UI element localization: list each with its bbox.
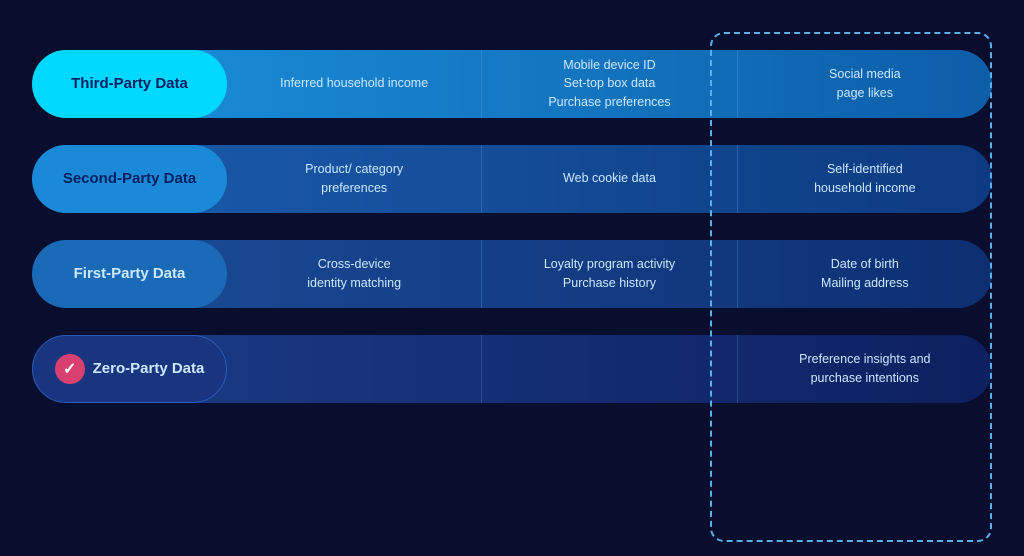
cell-zero-party-2: Preference insights and purchase intenti… <box>737 335 992 403</box>
cell-zero-party-1 <box>481 335 736 403</box>
cells-area-second-party: Product/ category preferencesWeb cookie … <box>227 145 992 213</box>
cells-area-zero-party: Preference insights and purchase intenti… <box>227 335 992 403</box>
row-inner-zero-party: ✓ Zero-Party Data Preference insights and … <box>32 331 992 406</box>
data-rows: Third-Party DataInferred household incom… <box>32 46 992 416</box>
cell-second-party-0: Product/ category preferences <box>227 145 481 213</box>
cell-first-party-0: Cross-device identity matching <box>227 240 481 308</box>
label-first-party: First-Party Data <box>32 240 227 308</box>
zero-party-check-icon: ✓ <box>55 354 85 384</box>
row-third-party: Third-Party DataInferred household incom… <box>32 46 992 121</box>
row-zero-party: ✓ Zero-Party Data Preference insights and … <box>32 331 992 406</box>
cell-zero-party-0 <box>227 335 481 403</box>
cell-first-party-2: Date of birth Mailing address <box>737 240 992 308</box>
cells-area-first-party: Cross-device identity matchingLoyalty pr… <box>227 240 992 308</box>
row-first-party: First-Party DataCross-device identity ma… <box>32 236 992 311</box>
label-third-party: Third-Party Data <box>32 50 227 118</box>
label-zero-party: ✓ Zero-Party Data <box>32 335 227 403</box>
cells-area-third-party: Inferred household incomeMobile device I… <box>227 50 992 118</box>
cell-first-party-1: Loyalty program activity Purchase histor… <box>481 240 736 308</box>
cell-third-party-1: Mobile device ID Set-top box data Purcha… <box>481 50 736 118</box>
zero-party-label-text: Zero-Party Data <box>93 360 205 377</box>
main-container: Third-Party DataInferred household incom… <box>22 18 1002 538</box>
cell-third-party-2: Social media page likes <box>737 50 992 118</box>
row-inner-first-party: First-Party DataCross-device identity ma… <box>32 236 992 311</box>
row-inner-second-party: Second-Party DataProduct/ category prefe… <box>32 141 992 216</box>
row-inner-third-party: Third-Party DataInferred household incom… <box>32 46 992 121</box>
zero-party-left: ✓ Zero-Party Data <box>55 354 205 384</box>
cell-second-party-2: Self-identified household income <box>737 145 992 213</box>
cell-third-party-0: Inferred household income <box>227 50 481 118</box>
cell-second-party-1: Web cookie data <box>481 145 736 213</box>
row-second-party: Second-Party DataProduct/ category prefe… <box>32 141 992 216</box>
label-second-party: Second-Party Data <box>32 145 227 213</box>
